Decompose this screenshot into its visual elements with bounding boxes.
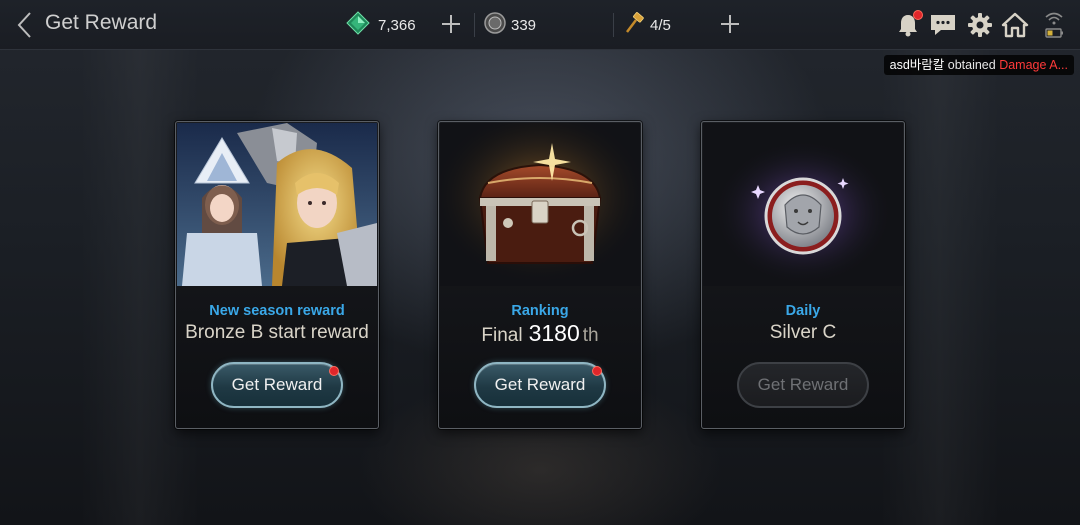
connection-status (1040, 10, 1068, 40)
loot-notification: asd바람칼 obtained Damage A... (883, 55, 1074, 75)
get-reward-button[interactable]: Get Reward (211, 362, 343, 408)
notification-player: asd바람칼 (889, 58, 945, 72)
notification-item: Damage A... (999, 58, 1068, 72)
rank-prefix: Final (481, 325, 523, 346)
rank-number: 3180 (528, 320, 580, 346)
stamina-count: 4/5 (650, 16, 671, 34)
chat-icon (931, 15, 955, 35)
wifi-battery-icon (1045, 12, 1063, 38)
card-label: New season reward (209, 303, 345, 319)
final-rank: Final 3180th (439, 320, 641, 347)
card-label: Ranking (511, 303, 569, 319)
gem-count: 7,366 (378, 16, 416, 34)
button-label: Get Reward (494, 375, 586, 394)
reward-card-ranking: Ranking Final 3180th Get Reward (438, 121, 642, 429)
alert-dot (913, 10, 923, 20)
get-reward-button[interactable]: Get Reward (474, 362, 606, 408)
reward-card-season: New season reward Bronze B start reward … (175, 121, 379, 429)
alert-dot (592, 366, 602, 376)
notification-text: obtained (944, 58, 1000, 72)
divider (613, 13, 614, 37)
stamina-counter: 4/5 (624, 12, 671, 38)
coin-count: 339 (511, 16, 537, 34)
page-title: Get Reward (45, 11, 158, 34)
gear-icon (968, 13, 992, 37)
get-reward-button-disabled[interactable]: Get Reward (737, 362, 869, 408)
settings-button[interactable] (965, 10, 995, 40)
card-label: Daily (785, 303, 821, 319)
silver-lion-emblem-art (703, 123, 903, 286)
alert-dot (329, 366, 339, 376)
back-arrow-icon[interactable] (14, 10, 38, 40)
reward-card-daily: Daily Silver C Get Reward (701, 121, 905, 429)
treasure-chest-art (440, 123, 640, 286)
button-label: Get Reward (757, 375, 849, 394)
button-label: Get Reward (231, 375, 323, 394)
season-character-art (177, 123, 377, 286)
gem-icon (346, 11, 370, 39)
home-icon (1001, 12, 1029, 38)
bell-button[interactable] (893, 10, 923, 40)
card-value: Silver C (769, 322, 837, 343)
hammer-icon (624, 12, 646, 38)
top-bar: Get Reward 7,366 339 4/5 (0, 0, 1080, 50)
chat-button[interactable] (928, 10, 958, 40)
add-stamina-button[interactable] (718, 12, 742, 36)
coin-counter: 339 (484, 12, 536, 38)
rank-suffix: th (582, 325, 599, 346)
coin-icon (484, 12, 506, 38)
home-button[interactable] (1000, 10, 1030, 40)
add-gems-button[interactable] (439, 12, 463, 36)
card-value: Bronze B start reward (185, 322, 369, 343)
gem-counter: 7,366 (346, 11, 416, 39)
divider (474, 13, 475, 37)
